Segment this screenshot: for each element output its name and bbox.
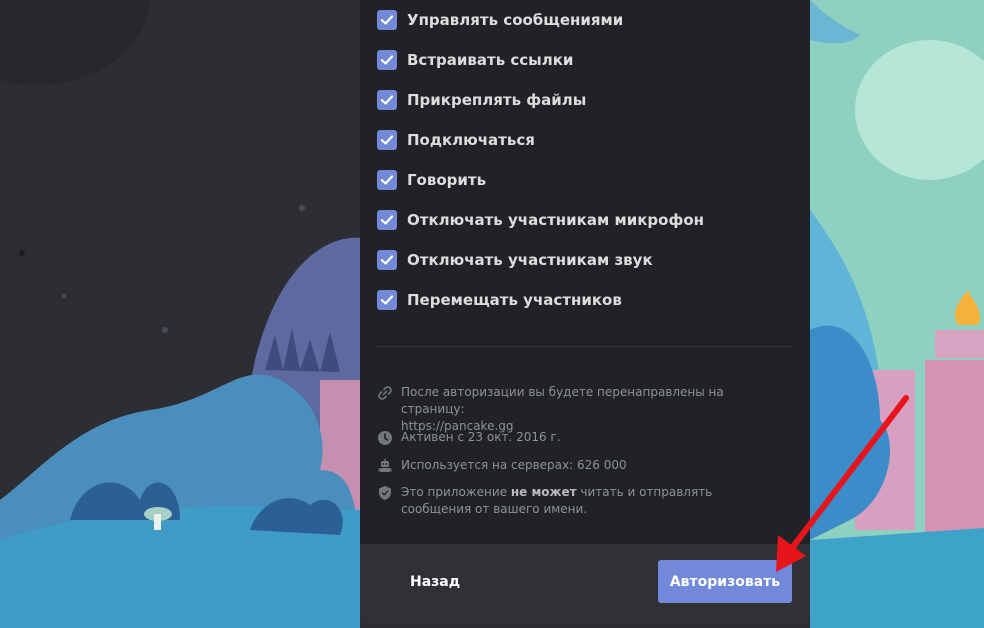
check-icon — [380, 135, 394, 145]
check-icon — [380, 55, 394, 65]
permission-item[interactable]: Перемещать участников — [377, 280, 797, 320]
permission-checkbox[interactable] — [377, 210, 397, 230]
check-icon — [380, 175, 394, 185]
check-icon — [380, 215, 394, 225]
permission-item[interactable]: Отключать участникам микрофон — [377, 200, 797, 240]
permission-item[interactable]: Встраивать ссылки — [377, 40, 797, 80]
redirect-info: После авторизации вы будете перенаправле… — [377, 384, 777, 435]
permission-checkbox[interactable] — [377, 250, 397, 270]
check-icon — [380, 295, 394, 305]
permission-checkbox[interactable] — [377, 290, 397, 310]
permission-checkbox[interactable] — [377, 10, 397, 30]
permission-label: Отключать участникам микрофон — [407, 211, 705, 229]
permission-label: Встраивать ссылки — [407, 51, 574, 69]
permission-checkbox[interactable] — [377, 130, 397, 150]
check-icon — [380, 95, 394, 105]
permission-checkbox[interactable] — [377, 90, 397, 110]
permission-label: Говорить — [407, 171, 487, 189]
shield-icon — [379, 486, 391, 500]
active-since-text: Активен с 23 окт. 2016 г. — [401, 430, 561, 444]
permission-label: Подключаться — [407, 131, 535, 149]
robot-icon — [378, 458, 392, 472]
clock-icon — [378, 431, 392, 445]
permission-item[interactable]: Прикреплять файлы — [377, 80, 797, 120]
servers-info: Используется на серверах: 626 000 — [377, 457, 777, 474]
permission-label: Отключать участникам звук — [407, 251, 653, 269]
permission-item[interactable]: Говорить — [377, 160, 797, 200]
privacy-text: Это приложение не может читать и отправл… — [401, 485, 713, 516]
privacy-emphasis: не может — [510, 485, 577, 499]
check-icon — [380, 15, 394, 25]
permission-checkbox[interactable] — [377, 50, 397, 70]
permission-label: Перемещать участников — [407, 291, 622, 309]
permission-label: Прикреплять файлы — [407, 91, 587, 109]
permission-item[interactable]: Управлять сообщениями — [377, 0, 797, 40]
permissions-list: Управлять сообщениями Встраивать ссылки … — [377, 0, 797, 320]
link-icon — [378, 386, 392, 400]
redirect-text: После авторизации вы будете перенаправле… — [401, 385, 724, 416]
authorize-modal: Управлять сообщениями Встраивать ссылки … — [360, 0, 810, 624]
section-divider — [377, 346, 791, 347]
permission-label: Управлять сообщениями — [407, 11, 624, 29]
privacy-info: Это приложение не может читать и отправл… — [377, 484, 777, 518]
servers-text: Используется на серверах: 626 000 — [401, 458, 627, 472]
check-icon — [380, 255, 394, 265]
active-since-info: Активен с 23 окт. 2016 г. — [377, 429, 777, 446]
authorize-button[interactable]: Авторизовать — [658, 560, 792, 603]
modal-footer: Назад Авторизовать — [360, 544, 810, 624]
back-button[interactable]: Назад — [390, 560, 470, 604]
permission-item[interactable]: Отключать участникам звук — [377, 240, 797, 280]
permission-item[interactable]: Подключаться — [377, 120, 797, 160]
permission-checkbox[interactable] — [377, 170, 397, 190]
